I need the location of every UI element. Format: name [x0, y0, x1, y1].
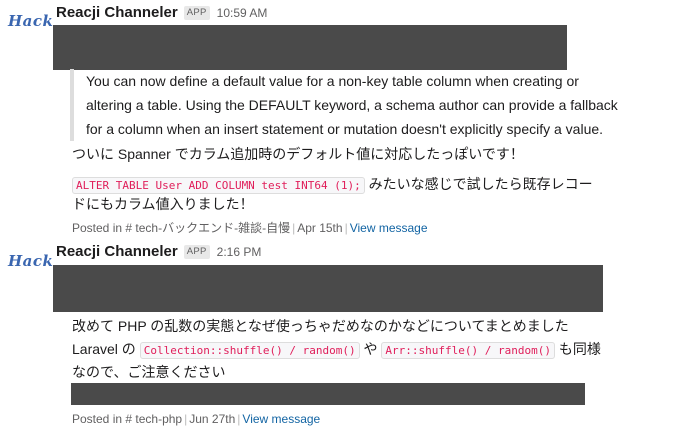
quote-line: altering a table. Using the DEFAULT keyw… [86, 97, 618, 113]
redacted-block [53, 265, 603, 312]
message-date: Jun 27th [189, 412, 236, 426]
message-item: Hack Reacji Channeler APP 10:59 AM You c… [0, 0, 681, 238]
message-text: ドにもカラム値入りました！ [72, 196, 254, 212]
quoted-text: You can now define a default value for a… [70, 69, 646, 141]
message-text: 改めて PHP の乱数の実態となぜ使っちゃだめなのかなどについてまとめました [72, 318, 569, 334]
avatar[interactable]: Hack [8, 12, 53, 30]
channel-link[interactable]: # tech-バックエンド-雑談-自慢 [125, 221, 290, 235]
timestamp[interactable]: 2:16 PM [217, 245, 262, 259]
channel-link[interactable]: # tech-php [125, 412, 182, 426]
app-badge: APP [183, 244, 210, 259]
message-text: や [359, 341, 382, 357]
message-footer: Posted in # tech-バックエンド-雑談-自慢 | Apr 15th | V… [72, 219, 428, 236]
message-date: Apr 15th [297, 221, 343, 235]
message-text: なので、ご注意ください [72, 364, 226, 380]
posted-in-label: Posted in [72, 221, 123, 235]
sender-name[interactable]: Reacji Channeler [56, 4, 178, 21]
inline-code: Arr::shuffle() / random() [381, 342, 555, 359]
message-text-line: 改めて PHP の乱数の実態となぜ使っちゃだめなのかなどについてまとめました [72, 315, 569, 337]
separator: | [184, 412, 188, 426]
quote-line: You can now define a default value for a… [86, 73, 579, 89]
message-footer: Posted in # tech-php | Jun 27th | View messa… [72, 412, 320, 426]
inline-code: ALTER TABLE User ADD COLUMN test INT64 (… [72, 177, 365, 194]
message-header: Reacji Channeler APP 2:16 PM [56, 243, 261, 260]
view-message-link[interactable]: View message [242, 412, 320, 426]
quote-line: for a column when an insert statement or… [86, 121, 604, 137]
separator: | [344, 221, 348, 235]
avatar[interactable]: Hack [8, 252, 53, 270]
message-text: Laravel の [72, 341, 140, 357]
timestamp[interactable]: 10:59 AM [217, 6, 268, 20]
inline-code: Collection::shuffle() / random() [139, 342, 360, 359]
message-item: Hack Reacji Channeler APP 2:16 PM 改めて PH… [0, 238, 681, 437]
message-text-line: なので、ご注意ください [72, 361, 225, 383]
redacted-block [53, 25, 567, 70]
message-text-line: ついに Spanner でカラム追加時のデフォルト値に対応したっぽいです！ [72, 143, 524, 165]
message-header: Reacji Channeler APP 10:59 AM [56, 4, 267, 21]
message-text: みたいな感じで試したら既存レコー [364, 176, 593, 192]
sender-name[interactable]: Reacji Channeler [56, 243, 178, 260]
redacted-block [71, 383, 585, 405]
separator: | [237, 412, 241, 426]
message-text: も同様 [554, 341, 601, 357]
separator: | [292, 221, 296, 235]
posted-in-label: Posted in [72, 412, 123, 426]
message-text: ついに Spanner でカラム追加時のデフォルト値に対応したっぽいです！ [72, 146, 524, 162]
app-badge: APP [183, 5, 210, 20]
message-text-line: Laravel の Collection::shuffle() / random… [72, 338, 601, 362]
message-text-line: ドにもカラム値入りました！ [72, 193, 254, 215]
view-message-link[interactable]: View message [350, 221, 428, 235]
